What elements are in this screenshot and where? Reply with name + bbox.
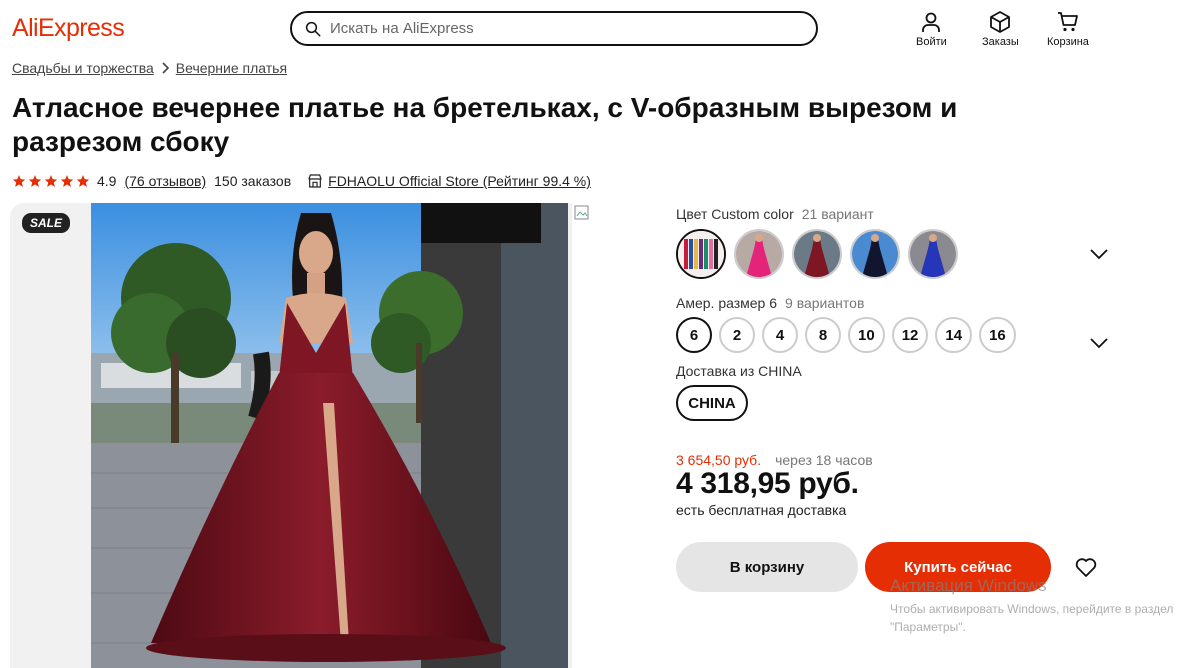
sale-badge: SALE — [22, 213, 71, 233]
orders-count: 150 заказов — [214, 173, 292, 189]
watermark-text: Чтобы активировать Windows, перейдите в … — [890, 602, 1174, 634]
search-bar[interactable] — [290, 11, 818, 46]
rating-row: 4.9 (76 отзывов) 150 заказов FDHAOLU Off… — [12, 173, 591, 189]
color-swatch-palette[interactable] — [676, 229, 726, 279]
search-icon — [305, 21, 321, 36]
size-count: 9 вариантов — [785, 295, 865, 311]
main-product-photo[interactable] — [91, 203, 568, 668]
color-label-row: Цвет Custom color 21 вариант — [676, 206, 874, 222]
color-swatch-pink[interactable] — [734, 229, 784, 279]
delivery-info: есть бесплатная доставка — [676, 502, 847, 518]
search-input[interactable] — [330, 20, 810, 37]
expand-sizes-chevron-icon[interactable] — [1088, 332, 1110, 354]
size-label-row: Амер. размер 6 9 вариантов — [676, 295, 864, 311]
cart-label: Корзина — [1047, 36, 1089, 48]
size-option[interactable]: 10 — [848, 317, 885, 353]
wishlist-heart-icon[interactable] — [1074, 555, 1098, 579]
color-swatch-navy[interactable] — [850, 229, 900, 279]
color-label: Цвет Custom color — [676, 206, 794, 222]
thumbnail-broken-image[interactable] — [572, 203, 648, 668]
login-button[interactable]: Войти — [916, 10, 947, 48]
size-option[interactable]: 6 — [676, 317, 712, 353]
star-icon — [76, 175, 90, 187]
reviews-link[interactable]: (76 отзывов) — [124, 173, 206, 189]
size-option[interactable]: 2 — [719, 317, 755, 353]
add-to-cart-button[interactable]: В корзину — [676, 542, 858, 592]
old-price: 3 654,50 руб. — [676, 452, 762, 468]
color-count: 21 вариант — [801, 206, 874, 222]
orders-label: Заказы — [982, 36, 1019, 48]
breadcrumb-link-evening-dresses[interactable]: Вечерние платья — [176, 60, 287, 76]
size-options: 6 2 4 8 10 12 14 16 — [676, 317, 1016, 353]
current-price: 4 318,95 руб. — [676, 467, 859, 500]
shipping-option-china[interactable]: CHINA — [676, 385, 748, 421]
size-option[interactable]: 12 — [891, 317, 929, 353]
color-swatches — [676, 229, 958, 279]
expand-colors-chevron-icon[interactable] — [1088, 243, 1110, 265]
user-icon — [922, 12, 941, 32]
size-option[interactable]: 14 — [935, 317, 973, 353]
shipping-label: Доставка из CHINA — [676, 363, 802, 379]
size-option[interactable]: 16 — [979, 317, 1016, 353]
size-option[interactable]: 4 — [762, 317, 798, 353]
chevron-right-icon — [160, 62, 170, 74]
product-title: Атласное вечернее платье на бретельках, … — [12, 92, 958, 157]
old-price-note: через 18 часов — [775, 452, 873, 468]
box-icon — [990, 11, 1011, 33]
broken-image-icon — [574, 205, 589, 220]
color-swatch-burgundy[interactable] — [792, 229, 842, 279]
buy-now-button[interactable]: Купить сейчас — [865, 542, 1051, 592]
breadcrumb: Свадьбы и торжества Вечерние платья — [12, 60, 287, 76]
star-icon — [28, 175, 42, 187]
color-swatch-royal-blue[interactable] — [908, 229, 958, 279]
login-label: Войти — [916, 36, 947, 48]
star-icon — [44, 175, 58, 187]
orders-button[interactable]: Заказы — [982, 10, 1019, 48]
cart-icon — [1057, 12, 1078, 32]
product-gallery: SALE — [10, 203, 648, 668]
star-icon — [12, 175, 26, 187]
header: AliExpress Войти Заказы Корзина — [0, 0, 1200, 58]
size-label: Амер. размер 6 — [676, 295, 778, 311]
size-option[interactable]: 8 — [805, 317, 841, 353]
rating-stars — [12, 174, 90, 188]
store-icon — [308, 174, 322, 188]
store-link[interactable]: FDHAOLU Official Store (Рейтинг 99.4 %) — [328, 173, 591, 189]
star-icon — [60, 175, 74, 187]
breadcrumb-link-weddings[interactable]: Свадьбы и торжества — [12, 60, 154, 76]
rating-value: 4.9 — [97, 173, 117, 189]
cart-button[interactable]: Корзина — [1047, 10, 1089, 48]
old-price-row: 3 654,50 руб. через 18 часов — [676, 452, 873, 468]
aliexpress-logo[interactable]: AliExpress — [12, 14, 125, 43]
